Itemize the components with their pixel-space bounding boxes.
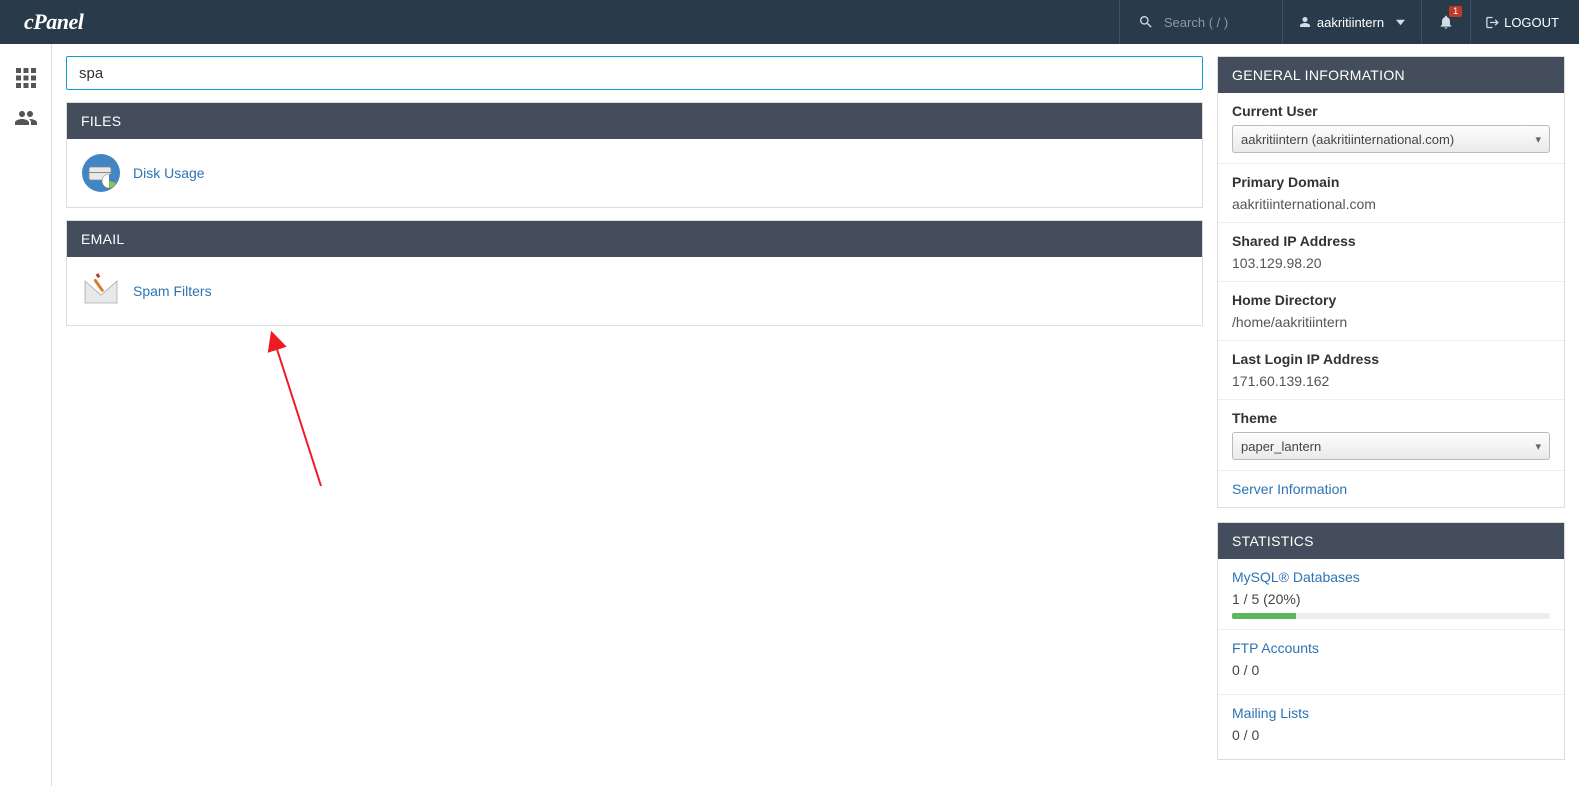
value-primary-domain: aakritiinternational.com xyxy=(1232,196,1550,212)
group-header[interactable]: EMAIL xyxy=(67,221,1202,257)
value-home-dir: /home/aakritiintern xyxy=(1232,314,1550,330)
select-current-user[interactable]: aakritiintern (aakritiinternational.com) xyxy=(1232,125,1550,153)
item-label: Spam Filters xyxy=(133,283,212,299)
disk-usage-icon xyxy=(81,153,121,193)
logo-text: cPanel xyxy=(24,9,83,34)
notifications-button[interactable]: 1 xyxy=(1421,0,1470,44)
notification-count: 1 xyxy=(1449,6,1462,17)
sidebar-users[interactable] xyxy=(0,98,52,138)
left-sidebar xyxy=(0,44,52,786)
stat-value: 0 / 0 xyxy=(1232,727,1550,743)
panel-header[interactable]: GENERAL INFORMATION xyxy=(1218,57,1564,93)
value-shared-ip: 103.129.98.20 xyxy=(1232,255,1550,271)
sidebar-home[interactable] xyxy=(0,58,52,98)
label-shared-ip: Shared IP Address xyxy=(1232,233,1550,249)
stat-mysql: MySQL® Databases 1 / 5 (20%) xyxy=(1218,559,1564,630)
nav-search[interactable] xyxy=(1119,0,1282,44)
stat-mailing: Mailing Lists 0 / 0 xyxy=(1218,695,1564,759)
logo[interactable]: cPanel xyxy=(0,9,103,35)
group-files: FILES Disk xyxy=(66,102,1203,208)
item-disk-usage[interactable]: Disk Usage xyxy=(81,153,205,193)
spam-filters-icon xyxy=(81,271,121,311)
stat-value: 1 / 5 (20%) xyxy=(1232,591,1550,607)
label-theme: Theme xyxy=(1232,410,1550,426)
panel-header[interactable]: STATISTICS xyxy=(1218,523,1564,559)
top-navbar: cPanel aakritiintern 1 LOGOUT xyxy=(0,0,1579,44)
username: aakritiintern xyxy=(1317,15,1384,30)
item-label: Disk Usage xyxy=(133,165,205,181)
stat-ftp: FTP Accounts 0 / 0 xyxy=(1218,630,1564,695)
panel-statistics: STATISTICS MySQL® Databases 1 / 5 (20%) … xyxy=(1217,522,1565,760)
logout-label: LOGOUT xyxy=(1504,15,1559,30)
stat-title[interactable]: FTP Accounts xyxy=(1232,640,1319,656)
group-email: EMAIL Spam Filters xyxy=(66,220,1203,326)
select-theme[interactable]: paper_lantern xyxy=(1232,432,1550,460)
filter-input[interactable] xyxy=(66,56,1203,90)
label-primary-domain: Primary Domain xyxy=(1232,174,1550,190)
person-icon xyxy=(1299,16,1311,28)
label-current-user: Current User xyxy=(1232,103,1550,119)
stat-value: 0 / 0 xyxy=(1232,662,1550,678)
search-icon xyxy=(1138,14,1154,30)
users-icon xyxy=(14,106,38,130)
progress-bar xyxy=(1232,613,1550,619)
item-spam-filters[interactable]: Spam Filters xyxy=(81,271,212,311)
label-last-login: Last Login IP Address xyxy=(1232,351,1550,367)
nav-search-input[interactable] xyxy=(1164,15,1264,30)
stat-title[interactable]: Mailing Lists xyxy=(1232,705,1309,721)
stat-title[interactable]: MySQL® Databases xyxy=(1232,569,1360,585)
grid-icon xyxy=(14,66,38,90)
group-header[interactable]: FILES xyxy=(67,103,1202,139)
label-home-dir: Home Directory xyxy=(1232,292,1550,308)
user-menu[interactable]: aakritiintern xyxy=(1282,0,1421,44)
annotation-arrow xyxy=(206,326,336,496)
panel-general-info: GENERAL INFORMATION Current User aakriti… xyxy=(1217,56,1565,508)
caret-down-icon xyxy=(1396,18,1405,27)
logout-icon xyxy=(1485,15,1500,30)
link-server-info[interactable]: Server Information xyxy=(1232,481,1347,497)
logout-button[interactable]: LOGOUT xyxy=(1470,0,1579,44)
value-last-login: 171.60.139.162 xyxy=(1232,373,1550,389)
